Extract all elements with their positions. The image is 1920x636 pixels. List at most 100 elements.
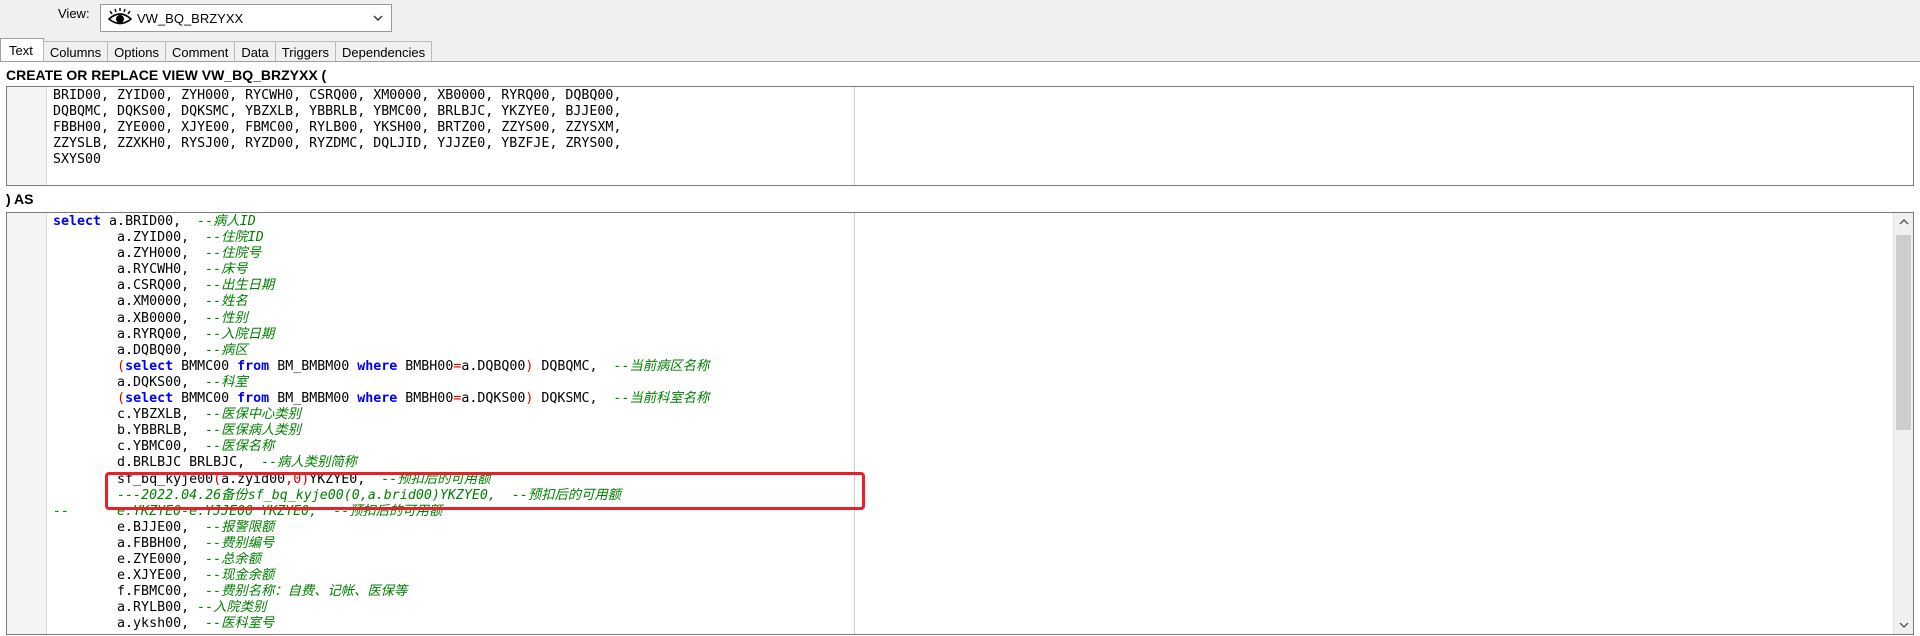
code-comment: --性别	[205, 310, 248, 326]
code-text: e.XJYE00,	[53, 568, 206, 584]
code-text: a.DQBQ00,	[53, 342, 206, 358]
code-text: a.RYLB00,	[53, 600, 198, 616]
right-margin-line	[854, 87, 855, 185]
code-comment: --医科室号	[205, 616, 275, 632]
view-label: View:	[58, 6, 90, 21]
code-text: BMBH00	[397, 358, 454, 374]
sql-keyword: from	[237, 391, 270, 407]
code-text: a.DQBQ00	[461, 358, 526, 374]
sql-keyword: from	[237, 358, 270, 374]
tab-data[interactable]: Data	[234, 41, 276, 62]
code-text: a.ZYID00,	[53, 230, 206, 246]
code-text: DQKSMC,	[533, 391, 614, 407]
code-comment: --住院ID	[205, 230, 264, 246]
tab-text[interactable]: Text	[0, 38, 44, 62]
code-text: a.XM0000,	[53, 294, 206, 310]
scroll-up-button[interactable]	[1894, 213, 1913, 231]
code-comment: --入院类别	[197, 600, 267, 616]
code-comment: --费别编号	[205, 535, 275, 551]
code-text: b.YBBRLB,	[53, 423, 206, 439]
code-comment: --病区	[205, 342, 248, 358]
code-comment: --当前科室名称	[613, 391, 710, 407]
code-text: a.DQKS00	[461, 391, 526, 407]
code-comment: --科室	[205, 374, 248, 390]
code-comment: --医保病人类别	[205, 423, 301, 439]
tab-triggers[interactable]: Triggers	[274, 41, 336, 62]
code-text: a.DQKS00,	[53, 374, 206, 390]
code-text: c.YBMC00,	[53, 439, 206, 455]
code-text: e.BJJE00,	[53, 519, 206, 535]
vertical-scrollbar[interactable]	[1893, 213, 1913, 634]
editor-gutter	[7, 213, 47, 634]
code-line: FBBH00, ZYE000, XJYE00, FBMC00, RYLB00, …	[53, 120, 622, 136]
code-text: a.FBBH00,	[53, 535, 206, 551]
sql-keyword: select	[53, 214, 102, 229]
highlight-annotation-box	[105, 472, 865, 510]
code-comment: --现金余额	[205, 568, 275, 584]
code-comment: --入院日期	[205, 326, 275, 342]
view-select[interactable]: VW_BQ_BRZYXX	[100, 4, 392, 32]
sql-keyword: where	[357, 358, 398, 374]
code-comment: --当前病区名称	[613, 358, 710, 374]
code-text: BMBH00	[397, 391, 454, 407]
code-text: a.ZYH000,	[53, 246, 206, 262]
chevron-down-icon	[1899, 622, 1908, 628]
sql-code: select a.BRID00, --病人ID a.ZYID00, --住院ID…	[53, 214, 709, 632]
code-text: BM_BMBM00	[269, 358, 358, 374]
code-text: a.yksh00,	[53, 616, 206, 632]
code-text: BMMC00	[173, 358, 238, 374]
create-view-header: CREATE OR REPLACE VIEW VW_BQ_BRZYXX (	[6, 67, 327, 83]
as-header: ) AS	[6, 191, 34, 207]
code-line: SXYS00	[53, 152, 102, 168]
code-comment: --姓名	[205, 294, 248, 310]
code-paren: (	[117, 391, 126, 407]
chevron-up-icon	[1899, 219, 1908, 225]
code-comment: --费别名称：自费、记帐、医保等	[205, 584, 408, 600]
code-line: DQBQMC, DQKS00, DQKSMC, YBZXLB, YBBRLB, …	[53, 104, 622, 120]
right-margin-line	[854, 213, 855, 634]
code-text: e.ZYE000,	[53, 551, 206, 567]
code-comment: --病人类别简称	[261, 455, 357, 471]
code-text: a.RYCWH0,	[53, 262, 206, 278]
tab-options[interactable]: Options	[107, 41, 166, 62]
sql-keyword: select	[125, 391, 174, 407]
code-line: BRID00, ZYID00, ZYH000, RYCWH0, CSRQ00, …	[53, 88, 622, 103]
code-text: a.BRID00,	[101, 214, 198, 229]
code-text: a.CSRQ00,	[53, 278, 206, 294]
sql-keyword: select	[125, 358, 174, 374]
code-text: f.FBMC00,	[53, 584, 206, 600]
tab-comment[interactable]: Comment	[164, 41, 236, 62]
code-comment: --住院号	[205, 246, 262, 262]
code-text: BM_BMBM00	[269, 391, 358, 407]
columns-code: BRID00, ZYID00, ZYH000, RYCWH0, CSRQ00, …	[53, 88, 621, 168]
chevron-down-icon[interactable]	[369, 9, 387, 27]
tab-columns[interactable]: Columns	[42, 41, 109, 62]
code-comment: --总余额	[205, 551, 262, 567]
code-comment: --病人ID	[197, 214, 256, 229]
sql-keyword: where	[357, 391, 398, 407]
code-text: d.BRLBJC BRLBJC,	[53, 455, 262, 471]
code-comment: --床号	[205, 262, 248, 278]
code-line: ZZYSLB, ZZXKH0, RYSJ00, RYZD00, RYZDMC, …	[53, 136, 622, 152]
tab-dependencies[interactable]: Dependencies	[334, 41, 433, 62]
eye-icon	[107, 8, 133, 25]
scroll-down-button[interactable]	[1894, 616, 1913, 634]
view-selected-value: VW_BQ_BRZYXX	[137, 10, 244, 26]
scrollbar-thumb[interactable]	[1896, 235, 1911, 430]
code-comment: --出生日期	[205, 278, 275, 294]
code-comment: --报警限额	[205, 519, 275, 535]
code-text: a.XB0000,	[53, 310, 206, 326]
code-text: BMMC00	[173, 391, 238, 407]
code-text: a.RYRQ00,	[53, 326, 206, 342]
code-comment: --医保名称	[205, 439, 275, 455]
code-text: c.YBZXLB,	[53, 407, 206, 423]
tab-bar: Text Columns Options Comment Data Trigge…	[0, 38, 433, 62]
code-paren: (	[117, 358, 126, 374]
code-comment: --医保中心类别	[205, 407, 301, 423]
sql-editor[interactable]: select a.BRID00, --病人ID a.ZYID00, --住院ID…	[6, 212, 1914, 635]
columns-editor[interactable]: BRID00, ZYID00, ZYH000, RYCWH0, CSRQ00, …	[6, 86, 1914, 186]
code-text: DQBQMC,	[533, 358, 614, 374]
editor-gutter	[7, 87, 47, 185]
